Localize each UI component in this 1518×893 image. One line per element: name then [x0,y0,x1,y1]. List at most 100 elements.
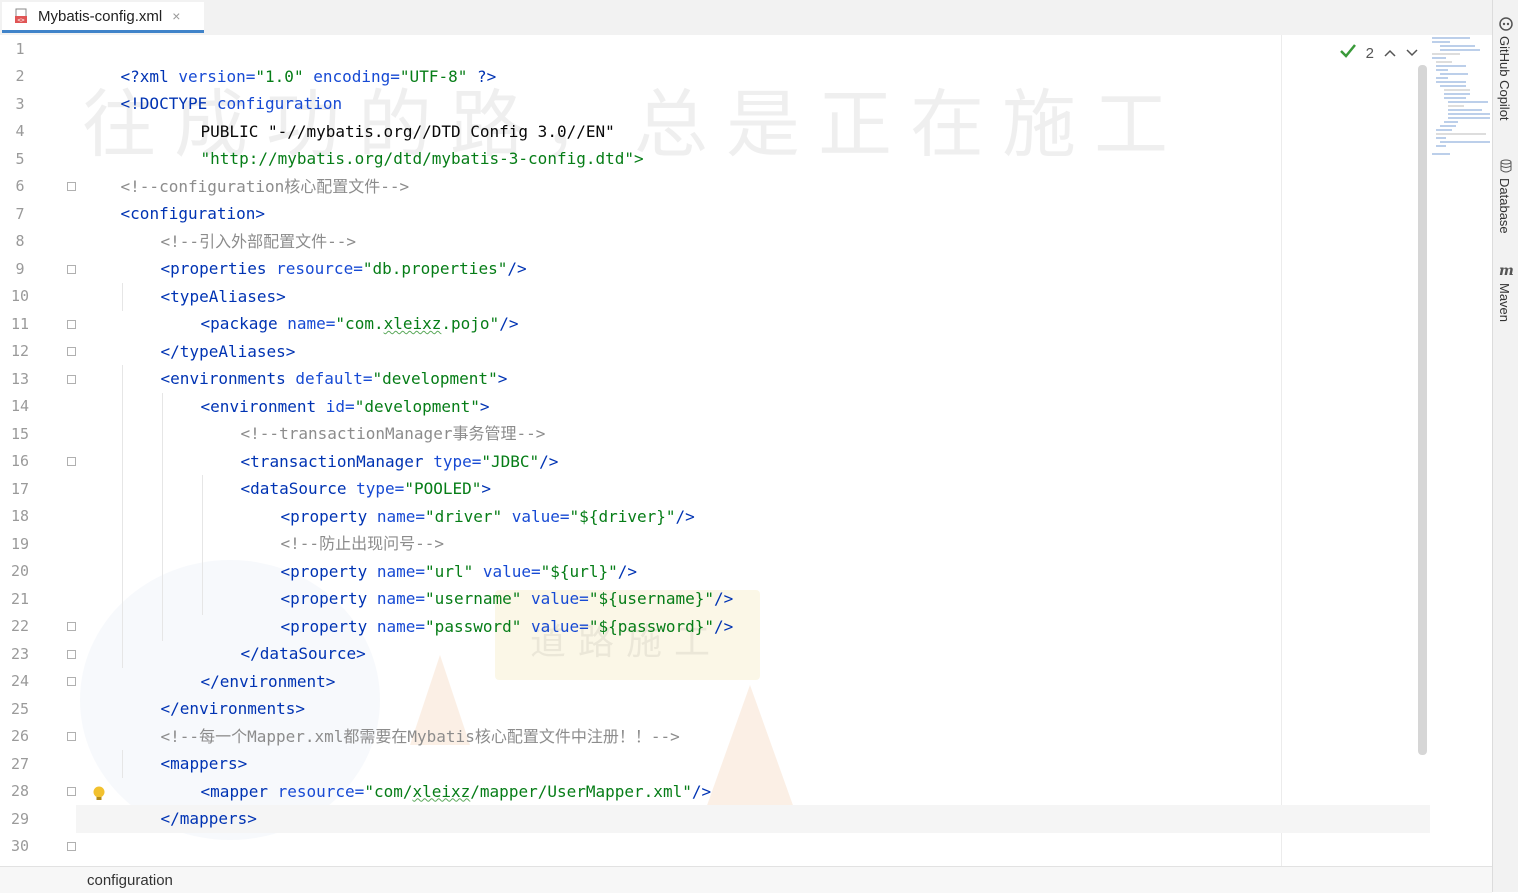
code-token: "db.properties" [362,259,508,278]
line-number: 14 [10,397,30,416]
line-number: 10 [10,287,30,306]
code-line-30: </configuration> [82,833,275,866]
line-number: 8 [15,232,25,251]
line-number: 3 [15,94,25,113]
previous-highlight-icon[interactable] [1384,45,1396,62]
vertical-scrollbar[interactable] [1418,65,1427,755]
editor-tab-bar: <> Mybatis-config.xml × [0,0,1492,36]
code-token: "com/ [364,781,413,801]
copilot-icon [1499,16,1513,31]
line-number: 28 [10,782,30,801]
line-number: 18 [10,507,30,526]
line-number: 4 [15,122,25,141]
toolwindow-database[interactable]: Database [1497,178,1512,234]
code-token: = [354,781,365,801]
code-token: "${password}" [588,616,715,636]
toolwindow-github-copilot[interactable]: GitHub Copilot [1497,36,1512,121]
code-token: xleixz [412,781,471,801]
fold-toggle[interactable] [67,347,76,356]
code-token: /> [714,616,734,636]
line-number-gutter[interactable]: 1 2 3 4 5 6 7 8 9 10 11 12 13 14 15 16 1… [0,35,76,866]
code-token: value [521,616,580,636]
code-editor[interactable]: 通往成功的路，总是正在施工 道路施工 1 2 3 4 5 6 7 8 9 10 … [0,35,1492,866]
line-number: 20 [10,562,30,581]
code-token: /> [675,506,695,526]
code-token: "UTF-8" [399,66,468,86]
code-token: "password" [425,616,522,636]
fold-toggle[interactable] [67,375,76,384]
code-token: ?> [467,66,497,86]
code-token: /> [499,314,519,333]
code-token: "${driver}" [569,506,676,526]
fold-toggle[interactable] [67,842,76,851]
line-number: 12 [10,342,30,361]
line-number: 6 [15,177,25,196]
code-minimap[interactable] [1430,35,1492,195]
code-token: /> [691,781,712,801]
line-number: 21 [10,589,30,608]
line-number: 24 [10,672,30,691]
tab-label: Mybatis-config.xml [38,7,163,25]
toolwindow-maven[interactable]: Maven [1497,283,1512,322]
code-token: /> [507,259,527,278]
code-token: </ [160,809,180,828]
code-token: > [247,809,257,828]
line-number: 13 [10,369,30,388]
line-number: 7 [15,204,25,223]
breadcrumb-item-configuration[interactable]: configuration [87,872,173,889]
code-token: .pojo" [441,314,500,333]
tab-mybatis-config[interactable]: <> Mybatis-config.xml × [2,2,204,33]
code-token: = [325,314,336,333]
code-token: > [356,644,366,663]
code-token: "com. [335,314,384,333]
line-number: 19 [10,534,30,553]
check-icon [1339,44,1356,62]
line-number: 17 [10,479,30,498]
fold-toggle[interactable] [67,650,76,659]
fold-toggle[interactable] [67,320,76,329]
line-number: 16 [10,452,30,471]
line-number: 1 [15,39,25,58]
right-tool-strip: GitHub Copilot Database m Maven [1492,0,1518,892]
xml-file-icon: <> [14,8,30,24]
fold-toggle[interactable] [67,457,76,466]
lightbulb-icon[interactable] [92,785,106,803]
database-icon [1499,158,1513,173]
line-number: 9 [15,259,25,278]
code-token: resource [267,781,355,801]
code-token: name [367,616,416,636]
code-token: > [497,369,508,388]
line-number: 25 [10,699,30,718]
code-token: = [559,506,570,526]
code-token: /mapper/UserMapper.xml" [470,781,692,801]
line-number: 11 [10,314,30,333]
code-token: > [325,671,336,691]
fold-toggle[interactable] [67,622,76,631]
fold-toggle[interactable] [67,787,76,796]
code-token: xleixz [383,314,442,333]
code-token: /> [539,451,559,471]
code-token: = [579,616,589,636]
code-token: = [353,259,363,278]
line-number: 27 [10,754,30,773]
code-token: value [502,506,560,526]
line-number: 26 [10,727,30,746]
breadcrumb: configuration [0,866,1492,893]
fold-toggle[interactable] [67,265,76,274]
line-number: 22 [10,617,30,636]
close-icon[interactable]: × [172,8,180,24]
fold-toggle[interactable] [67,677,76,686]
fold-toggle[interactable] [67,182,76,191]
line-number: 30 [10,837,30,856]
maven-icon: m [1499,263,1514,279]
line-number: 2 [15,67,25,86]
line-number: 5 [15,149,25,168]
code-token: = [415,616,426,636]
svg-text:<>: <> [17,17,25,24]
inspection-count: 2 [1365,44,1374,62]
next-highlight-icon[interactable] [1406,45,1418,62]
line-number: 23 [10,644,30,663]
inspection-widget[interactable]: 2 [1339,44,1418,62]
code-token: = [390,66,400,86]
fold-toggle[interactable] [67,732,76,741]
